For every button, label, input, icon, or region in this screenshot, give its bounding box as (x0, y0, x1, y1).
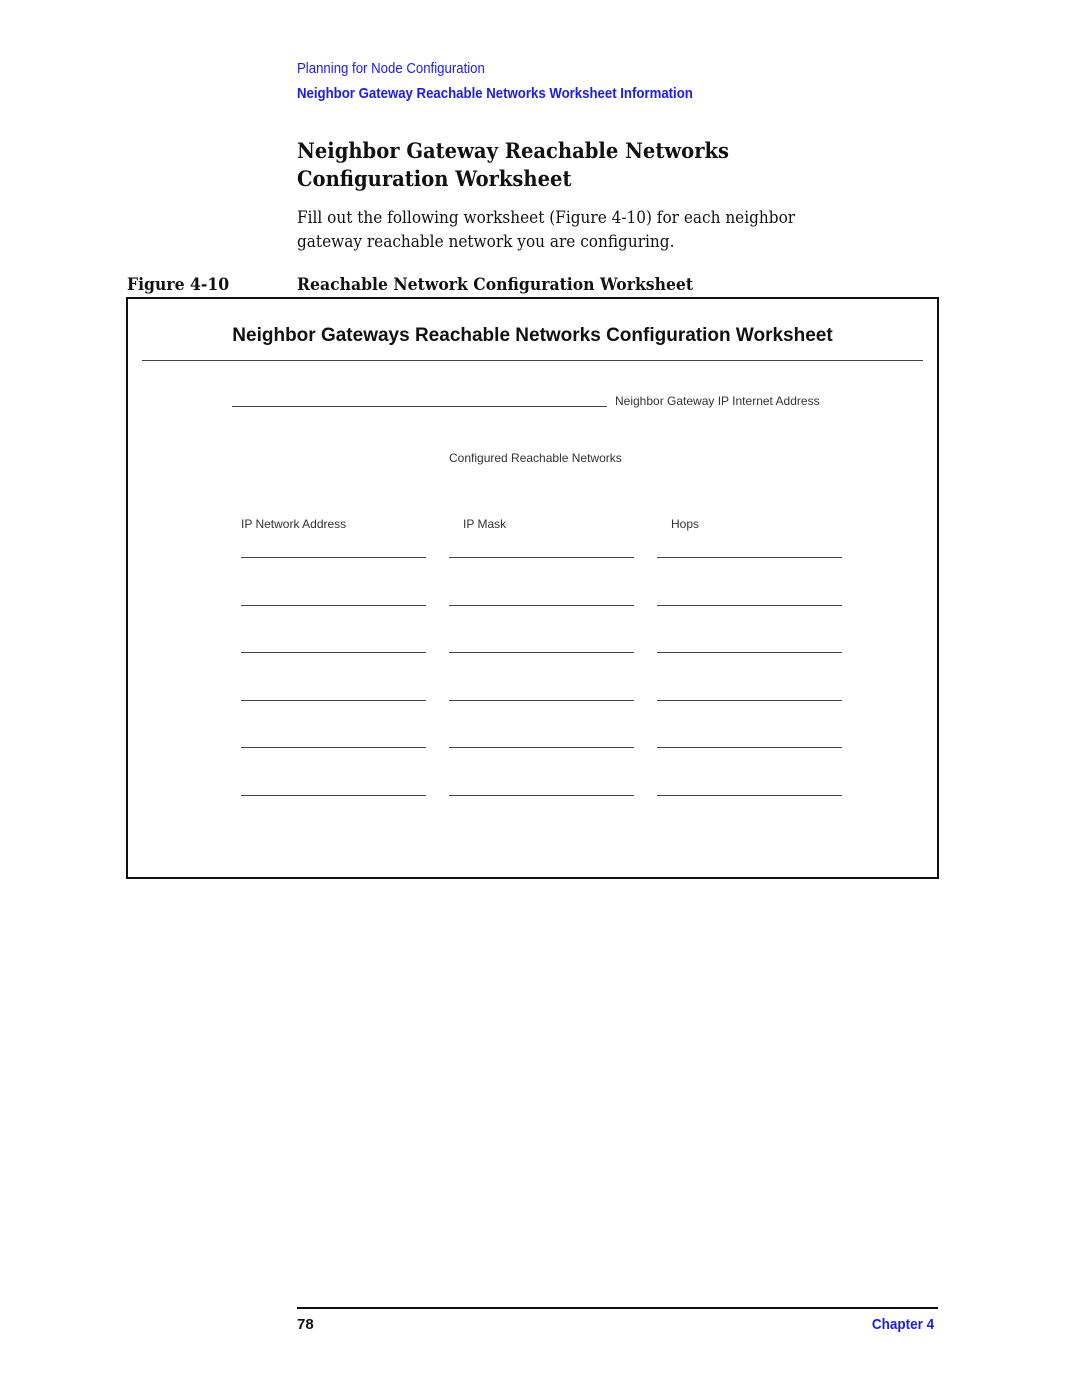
column-header-ip-mask: IP Mask (463, 517, 507, 531)
ip-network-address-field[interactable] (241, 747, 426, 749)
page-number: 78 (297, 1316, 314, 1333)
worksheet-title: Neighbor Gateways Reachable Networks Con… (232, 325, 833, 346)
hops-field[interactable] (657, 652, 842, 654)
running-header-chapter[interactable]: Planning for Node Configuration (297, 60, 485, 77)
ip-network-address-field[interactable] (241, 652, 426, 654)
section-title: Neighbor Gateway Reachable Networks Conf… (297, 138, 730, 191)
footer-chapter-link[interactable]: Chapter 4 (872, 1316, 934, 1333)
ip-network-address-field[interactable] (241, 699, 426, 701)
running-header-section[interactable]: Neighbor Gateway Reachable Networks Work… (297, 85, 693, 102)
ip-mask-field[interactable] (449, 604, 634, 606)
ip-mask-field[interactable] (449, 652, 634, 654)
title-divider (142, 360, 923, 361)
ip-network-address-field[interactable] (241, 557, 426, 558)
gateway-address-field[interactable] (232, 406, 607, 407)
ip-mask-field[interactable] (449, 747, 634, 749)
ip-network-address-field[interactable] (241, 604, 426, 606)
hops-field[interactable] (657, 699, 842, 701)
footer-divider (297, 1307, 938, 1309)
hops-field[interactable] (657, 795, 842, 796)
body-paragraph: Fill out the following worksheet (Figure… (297, 208, 796, 252)
ip-mask-field[interactable] (449, 795, 634, 796)
ip-mask-field[interactable] (449, 699, 634, 701)
hops-field[interactable] (657, 604, 842, 606)
hops-field[interactable] (657, 747, 842, 749)
column-header-hops: Hops (671, 517, 700, 531)
hops-field[interactable] (657, 557, 842, 558)
worksheet-form: Neighbor Gateways Reachable Networks Con… (126, 297, 939, 879)
configured-networks-label: Configured Reachable Networks (449, 451, 622, 465)
ip-network-address-field[interactable] (241, 795, 426, 796)
gateway-address-label: Neighbor Gateway IP Internet Address (615, 394, 820, 408)
column-header-ip-network-address: IP Network Address (241, 517, 347, 531)
figure-number: Figure 4-10 (127, 275, 230, 295)
ip-mask-field[interactable] (449, 557, 634, 558)
figure-caption: Reachable Network Configuration Workshee… (297, 275, 694, 295)
